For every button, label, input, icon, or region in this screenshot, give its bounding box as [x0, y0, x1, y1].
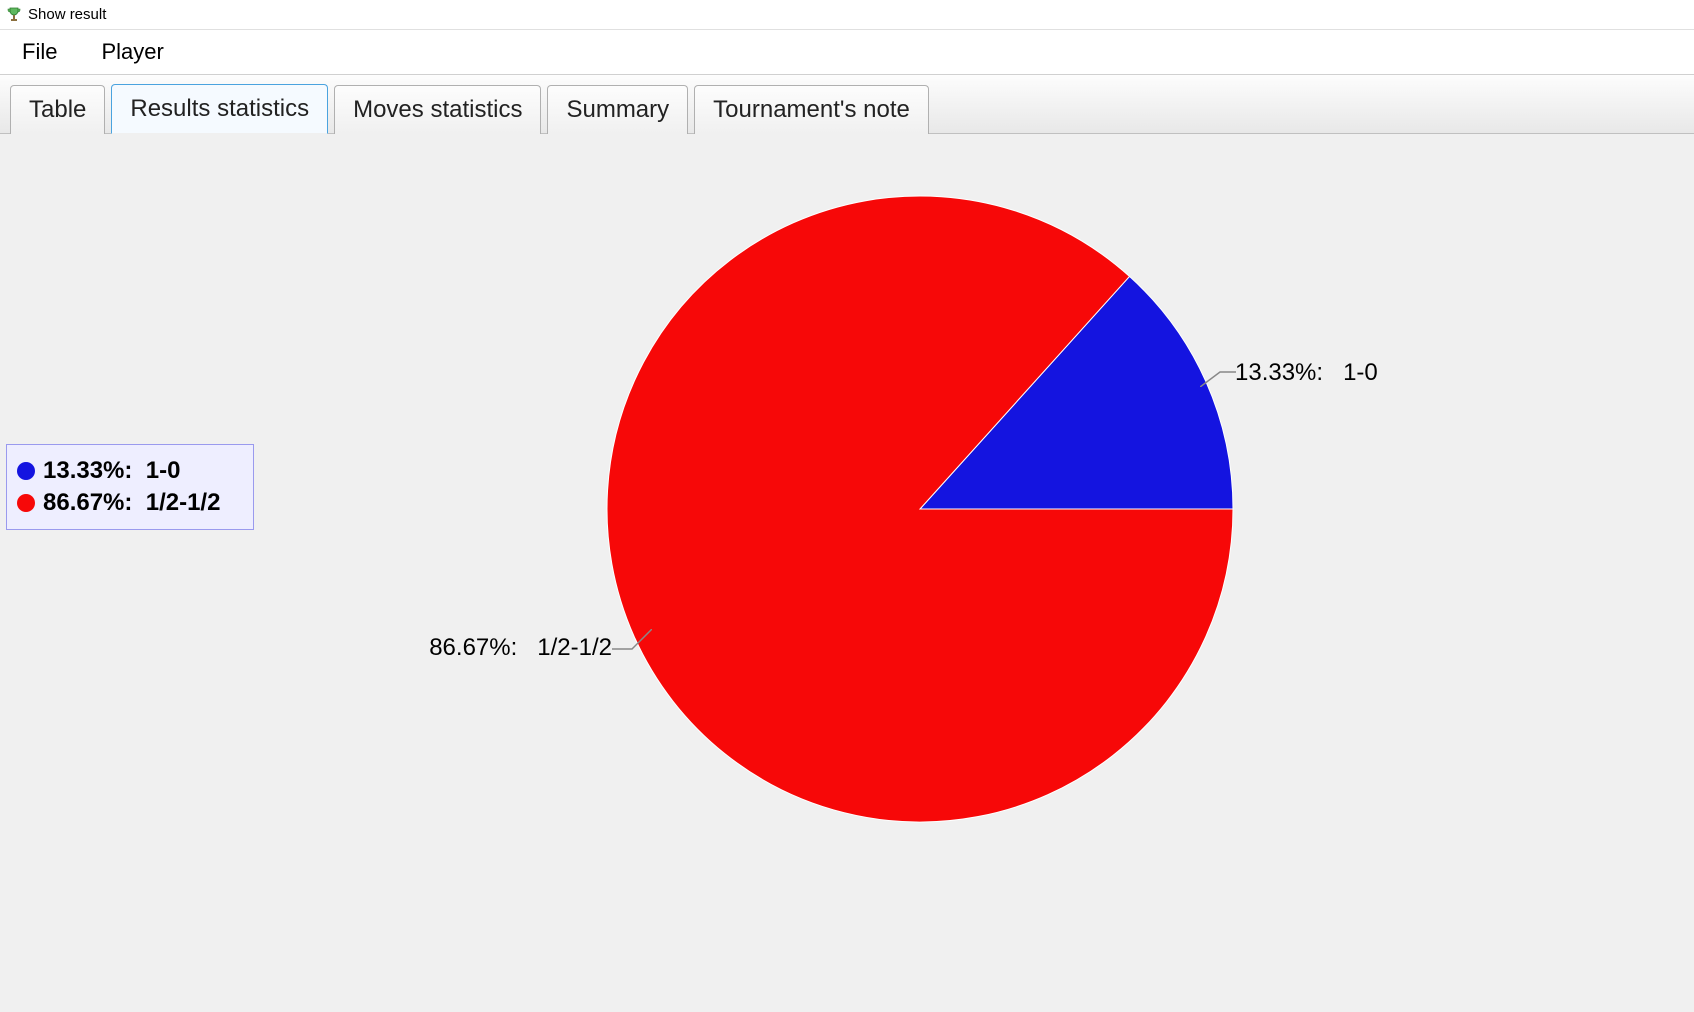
- menu-player[interactable]: Player: [93, 33, 171, 71]
- legend-row-draw: 86.67%: 1/2-1/2: [17, 489, 243, 517]
- trophy-icon: [6, 7, 22, 23]
- tab-summary[interactable]: Summary: [547, 85, 688, 134]
- tab-tournaments-note[interactable]: Tournament's note: [694, 85, 929, 134]
- legend-row-1-0: 13.33%: 1-0: [17, 457, 243, 485]
- tab-moves-statistics[interactable]: Moves statistics: [334, 85, 541, 134]
- legend-label-1-0: 13.33%: 1-0: [43, 457, 180, 485]
- titlebar: Show result: [0, 0, 1694, 30]
- menubar: File Player: [0, 30, 1694, 74]
- leader-line-right: [1200, 337, 1240, 387]
- pie-chart: 13.33%: 1-0 86.67%: 1/2-1/2: [380, 154, 1430, 854]
- legend-box: 13.33%: 1-0 86.67%: 1/2-1/2: [6, 444, 254, 530]
- leader-line-left: [612, 629, 652, 659]
- pie-svg: [605, 194, 1235, 824]
- menu-file[interactable]: File: [14, 33, 65, 71]
- callout-draw: 86.67%: 1/2-1/2: [402, 634, 612, 662]
- callout-1-0: 13.33%: 1-0: [1235, 359, 1378, 387]
- legend-swatch-blue: [17, 462, 35, 480]
- tab-results-statistics[interactable]: Results statistics: [111, 84, 328, 134]
- tabstrip: Table Results statistics Moves statistic…: [0, 74, 1694, 134]
- content-area: 13.33%: 1-0 86.67%: 1/2-1/2 13.33%: 1-0 …: [0, 134, 1694, 1012]
- tab-table[interactable]: Table: [10, 85, 105, 134]
- legend-label-draw: 86.67%: 1/2-1/2: [43, 489, 220, 517]
- legend-swatch-red: [17, 494, 35, 512]
- window-title: Show result: [28, 6, 106, 23]
